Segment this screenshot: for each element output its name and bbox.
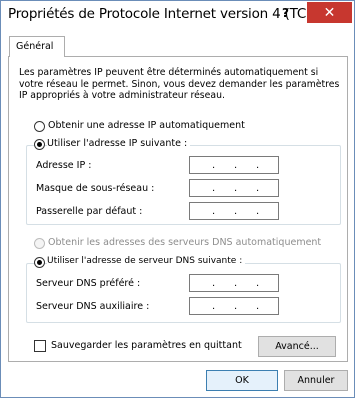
ip-auto-radio[interactable] bbox=[34, 121, 45, 132]
help-button[interactable]: ? bbox=[263, 2, 308, 23]
preferred-dns-field[interactable]: ... bbox=[189, 274, 279, 292]
advanced-button[interactable]: Avancé... bbox=[258, 336, 336, 357]
close-icon: ✕ bbox=[323, 4, 336, 21]
ipv4-properties-dialog: Propriétés de Protocole Internet version… bbox=[0, 0, 355, 398]
dns-manual-group bbox=[26, 263, 341, 323]
advanced-button-label: Avancé... bbox=[275, 341, 319, 352]
subnet-mask-label: Masque de sous-réseau : bbox=[36, 183, 155, 194]
subnet-mask-field[interactable]: ... bbox=[189, 179, 279, 197]
validate-settings-checkbox[interactable] bbox=[34, 340, 46, 352]
close-button[interactable]: ✕ bbox=[307, 2, 352, 23]
cancel-button-label: Annuler bbox=[297, 375, 335, 386]
help-icon: ? bbox=[282, 5, 289, 20]
default-gateway-label: Passerelle par défaut : bbox=[36, 206, 143, 217]
tab-general-label: Général bbox=[16, 41, 54, 52]
dns-auto-radio[interactable] bbox=[34, 238, 45, 249]
alternate-dns-label: Serveur DNS auxiliaire : bbox=[36, 301, 150, 312]
dns-manual-label[interactable]: Utiliser l'adresse de serveur DNS suivan… bbox=[47, 256, 246, 266]
dns-auto-label[interactable]: Obtenir les adresses des serveurs DNS au… bbox=[48, 237, 321, 248]
ip-manual-label[interactable]: Utiliser l'adresse IP suivante : bbox=[47, 138, 191, 149]
preferred-dns-label: Serveur DNS préféré : bbox=[36, 278, 141, 289]
validate-settings-label[interactable]: Sauvegarder les paramètres en quittant bbox=[51, 340, 242, 351]
dns-manual-radio[interactable] bbox=[34, 257, 45, 268]
ip-manual-radio[interactable] bbox=[34, 139, 45, 150]
ip-address-label: Adresse IP : bbox=[36, 160, 92, 171]
alternate-dns-field[interactable]: ... bbox=[189, 297, 279, 315]
default-gateway-field[interactable]: ... bbox=[189, 202, 279, 220]
tab-general[interactable]: Général bbox=[9, 36, 65, 57]
ip-auto-label[interactable]: Obtenir une adresse IP automatiquement bbox=[48, 120, 245, 131]
ip-address-field[interactable]: ... bbox=[189, 156, 279, 174]
ok-button[interactable]: OK bbox=[206, 370, 278, 391]
ok-button-label: OK bbox=[235, 375, 249, 386]
title-bar[interactable]: Propriétés de Protocole Internet version… bbox=[1, 1, 354, 30]
description-text: Les paramètres IP peuvent être déterminé… bbox=[19, 67, 340, 101]
cancel-button[interactable]: Annuler bbox=[284, 370, 348, 391]
